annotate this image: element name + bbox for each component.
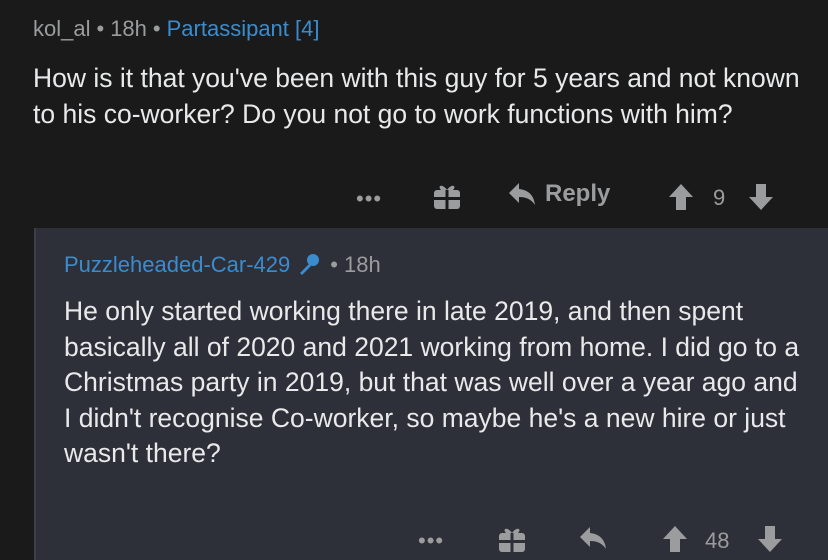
meta-separator: • — [330, 252, 338, 277]
meta-separator: • — [152, 16, 161, 41]
more-options-icon: ••• — [356, 186, 383, 211]
user-flair: Partassipant [4] — [166, 16, 320, 41]
more-options-icon: ••• — [418, 528, 445, 553]
comment-age: 18h — [343, 252, 381, 277]
downvote-button[interactable] — [757, 524, 783, 554]
upvote-button[interactable] — [662, 524, 688, 554]
op-mic-icon — [296, 252, 322, 278]
reply-arrow-icon — [507, 180, 537, 208]
comment-meta: kol_al • 18h • Partassipant [4] — [33, 16, 319, 42]
thread-line[interactable] — [34, 228, 36, 560]
award-icon — [497, 524, 527, 554]
reply-label: Reply — [545, 180, 611, 207]
more-options-button[interactable]: ••• — [418, 528, 444, 554]
comment-age: 18h — [110, 16, 147, 41]
downvote-button[interactable] — [748, 182, 774, 212]
award-icon — [432, 181, 462, 211]
upvote-icon — [668, 182, 694, 212]
award-button[interactable] — [432, 181, 462, 211]
score-value: 48 — [705, 528, 730, 553]
comment-author[interactable]: kol_al — [33, 16, 90, 41]
comment-author[interactable]: Puzzleheaded-Car-429 — [64, 252, 290, 278]
vote-score: 9 — [713, 185, 725, 211]
upvote-button[interactable] — [668, 182, 694, 212]
award-button[interactable] — [497, 524, 527, 554]
comment-body: How is it that you've been with this guy… — [33, 63, 800, 129]
reply-button[interactable] — [578, 524, 608, 552]
reply-button[interactable]: Reply — [507, 180, 610, 208]
downvote-icon — [748, 182, 774, 212]
score-value: 9 — [713, 185, 726, 210]
reply-arrow-icon — [578, 524, 608, 552]
meta-separator: • — [96, 16, 105, 41]
vote-score: 48 — [705, 528, 729, 554]
comment-meta: Puzzleheaded-Car-429 • 18h — [64, 252, 381, 278]
more-options-button[interactable]: ••• — [356, 186, 382, 212]
downvote-icon — [757, 524, 783, 554]
upvote-icon — [662, 524, 688, 554]
comment-body: He only started working there in late 20… — [64, 296, 800, 468]
